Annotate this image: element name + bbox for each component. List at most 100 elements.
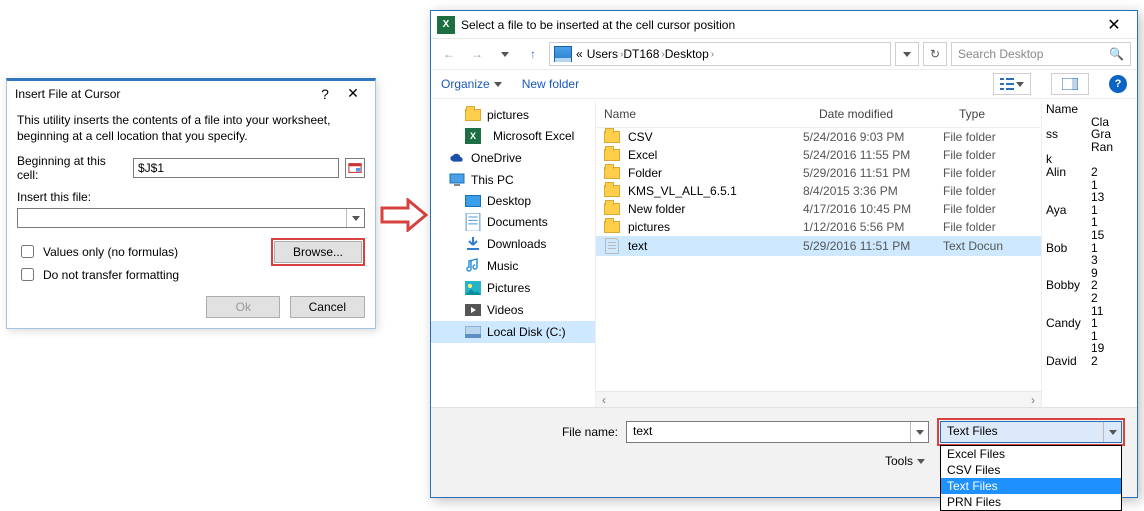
picker-bottom: File name: text Text Files Excel FilesCS… [431,407,1137,497]
sidebar-item-label: Microsoft Excel [493,129,574,143]
preview-line: ssGra [1046,128,1133,141]
col-name[interactable]: Name [596,101,811,127]
values-only-checkbox[interactable]: Values only (no formulas) [17,242,271,261]
dialog-description: This utility inserts the contents of a f… [17,112,365,144]
file-row[interactable]: KMS_VL_ALL_6.5.18/4/2015 3:36 PMFile fol… [596,182,1041,200]
col-type[interactable]: Type [951,101,1041,127]
help-button[interactable]: ? [311,86,339,102]
sidebar-item-videos[interactable]: Videos [431,299,595,321]
file-name: CSV [628,130,803,144]
file-row[interactable]: text5/29/2016 11:51 PMText Docun [596,236,1041,256]
ok-button[interactable]: Ok [206,296,280,318]
scroll-left-icon[interactable]: ‹ [596,392,612,407]
chevron-down-icon [917,459,925,464]
sidebar-item-label: OneDrive [471,151,522,165]
new-folder-button[interactable]: New folder [522,77,579,91]
sidebar-item-music[interactable]: Music [431,255,595,277]
sidebar-item-documents[interactable]: Documents [431,211,595,233]
picker-close-button[interactable]: ✕ [1097,15,1131,35]
filter-option[interactable]: PRN Files [941,494,1121,510]
sidebar-item-microsoft-excel[interactable]: XMicrosoft Excel [431,125,595,147]
values-only-label: Values only (no formulas) [43,245,178,259]
preview-line: David2 [1046,355,1133,368]
breadcrumb[interactable]: « Users ›DT168 ›Desktop › [549,42,891,66]
sidebar-item-label: Desktop [487,194,531,208]
sidebar-item-local-disk-c-[interactable]: Local Disk (C:) [431,321,595,343]
crumb-dt168[interactable]: DT168 › [623,47,664,61]
crumb-overflow[interactable]: « [576,47,583,61]
file-date: 5/24/2016 9:03 PM [803,130,943,144]
file-pane: Name Date modified Type CSV5/24/2016 9:0… [596,101,1042,407]
file-type: Text Docun [943,239,1033,253]
filter-option[interactable]: CSV Files [941,462,1121,478]
file-row[interactable]: CSV5/24/2016 9:03 PMFile folder [596,128,1041,146]
file-row[interactable]: New folder4/17/2016 10:45 PMFile folder [596,200,1041,218]
refresh-button[interactable]: ↻ [923,42,947,66]
chevron-down-icon [1016,82,1024,87]
crumb-desktop[interactable]: Desktop › [665,47,714,61]
tools-menu[interactable]: Tools [885,454,925,468]
view-mode-button[interactable] [993,73,1031,95]
file-row[interactable]: pictures1/12/2016 5:56 PMFile folder [596,218,1041,236]
file-row[interactable]: Folder5/29/2016 11:51 PMFile folder [596,164,1041,182]
sidebar-item-pictures[interactable]: pictures [431,105,595,125]
file-date: 1/12/2016 5:56 PM [803,220,943,234]
no-format-label: Do not transfer formatting [43,268,179,282]
file-name-dropdown-icon[interactable] [910,422,928,442]
no-format-checkbox-input[interactable] [21,268,34,281]
preview-icon [1062,78,1078,90]
col-date[interactable]: Date modified [811,101,951,127]
help-icon[interactable]: ? [1109,75,1127,93]
filter-option[interactable]: Text Files [941,478,1121,494]
preview-line: 1 [1046,179,1133,192]
file-name: text [628,239,803,253]
dialog-title: Insert File at Cursor [15,87,311,101]
file-type-dropdown-icon[interactable] [1103,422,1121,442]
organize-menu[interactable]: Organize [441,77,502,91]
browse-button[interactable]: Browse... [274,241,362,263]
no-format-checkbox[interactable]: Do not transfer formatting [17,265,271,284]
nav-back-button[interactable]: ← [437,42,461,66]
sidebar-item-downloads[interactable]: Downloads [431,233,595,255]
filter-highlight: Text Files Excel FilesCSV FilesText File… [937,418,1125,446]
insert-file-combo[interactable] [17,208,365,228]
preview-line: 13 [1046,191,1133,204]
beginning-cell-input[interactable] [133,158,339,178]
sidebar-item-label: Pictures [487,281,530,295]
cell-picker-icon[interactable] [345,158,365,178]
crumb-users[interactable]: Users › [587,47,624,61]
preview-line: Alin2 [1046,166,1133,179]
nav-up-button[interactable]: ↑ [521,42,545,66]
horizontal-scrollbar[interactable]: ‹ › [596,391,1041,407]
filter-option[interactable]: Excel Files [941,446,1121,462]
nav-row: ← → ↑ « Users ›DT168 ›Desktop › ↻ Search… [431,39,1137,69]
command-row: Organize New folder ? [431,69,1137,99]
file-type: File folder [943,166,1033,180]
sidebar-item-label: Videos [487,303,523,317]
file-row[interactable]: Excel5/24/2016 11:55 PMFile folder [596,146,1041,164]
combo-arrow-icon[interactable] [346,209,364,227]
arrow-icon [380,198,428,232]
sidebar-item-label: Local Disk (C:) [487,325,566,339]
cancel-button[interactable]: Cancel [290,296,365,318]
crumb-dropdown-icon[interactable] [895,42,919,66]
sidebar-item-desktop[interactable]: Desktop [431,191,595,211]
file-type: File folder [943,220,1033,234]
preview-pane-button[interactable] [1051,73,1089,95]
preview-line: Bob1 [1046,242,1133,255]
picker-title: Select a file to be inserted at the cell… [461,18,1097,32]
sidebar-item-pictures[interactable]: Pictures [431,277,595,299]
nav-recent-arrow-icon[interactable] [493,42,517,66]
file-name-input[interactable]: text [626,421,929,443]
file-date: 5/24/2016 11:55 PM [803,148,943,162]
close-button[interactable]: ✕ [339,85,367,102]
sidebar-item-onedrive[interactable]: OneDrive [431,147,595,169]
search-input[interactable]: Search Desktop 🔍 [951,42,1131,66]
file-picker-dialog: X Select a file to be inserted at the ce… [430,10,1138,498]
scroll-right-icon[interactable]: › [1025,392,1041,407]
file-header: Name Date modified Type [596,101,1041,128]
preview-line: Candy1 [1046,317,1133,330]
file-type-filter[interactable]: Text Files [940,421,1122,443]
sidebar-item-this-pc[interactable]: This PC [431,169,595,191]
values-only-checkbox-input[interactable] [21,245,34,258]
